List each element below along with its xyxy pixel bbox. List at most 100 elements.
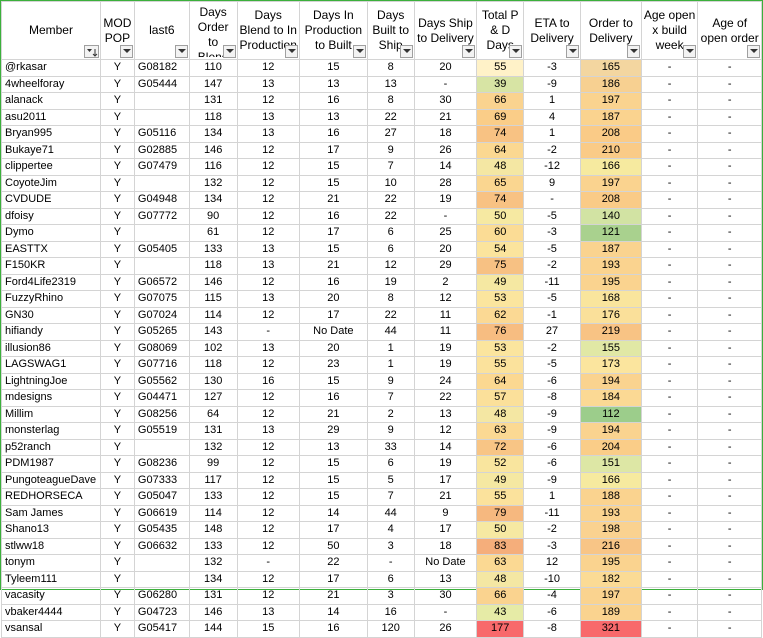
table-cell[interactable]: hifiandy — [1, 323, 101, 341]
table-cell[interactable]: 19 — [413, 356, 478, 374]
table-cell[interactable]: Y — [99, 75, 135, 93]
table-cell[interactable]: Y — [99, 257, 135, 275]
table-cell[interactable]: - — [697, 92, 762, 110]
table-cell[interactable]: 12 — [236, 273, 300, 291]
table-cell[interactable]: G05519 — [133, 422, 190, 440]
table-cell[interactable]: 13 — [236, 257, 300, 275]
table-cell[interactable]: G05405 — [133, 240, 190, 258]
table-cell[interactable]: - — [640, 207, 699, 225]
table-cell[interactable]: G08236 — [133, 455, 190, 473]
table-cell[interactable]: vsansal — [1, 620, 101, 638]
table-cell[interactable]: - — [640, 389, 699, 407]
table-cell[interactable]: -9 — [523, 471, 581, 489]
table-cell[interactable]: - — [697, 339, 762, 357]
table-cell[interactable]: 21 — [298, 257, 368, 275]
table-cell[interactable]: 21 — [298, 405, 368, 423]
table-cell[interactable]: - — [697, 471, 762, 489]
table-cell[interactable]: 176 — [579, 306, 642, 324]
table-cell[interactable]: 99 — [188, 455, 238, 473]
table-cell[interactable]: 50 — [476, 207, 525, 225]
table-cell[interactable]: 52 — [476, 455, 525, 473]
table-cell[interactable]: 165 — [579, 59, 642, 77]
table-cell[interactable]: - — [697, 240, 762, 258]
table-cell[interactable]: clippertee — [1, 158, 101, 176]
table-cell[interactable]: -2 — [523, 141, 581, 159]
table-cell[interactable] — [133, 174, 190, 192]
column-header-4[interactable]: Days Order to Blend — [188, 1, 238, 60]
table-cell[interactable]: G07024 — [133, 306, 190, 324]
table-cell[interactable]: 146 — [188, 141, 238, 159]
table-cell[interactable]: - — [640, 141, 699, 159]
table-cell[interactable]: 74 — [476, 125, 525, 143]
table-cell[interactable]: 17 — [413, 471, 478, 489]
table-cell[interactable]: PDM1987 — [1, 455, 101, 473]
table-cell[interactable]: - — [640, 290, 699, 308]
table-cell[interactable]: 8 — [366, 290, 415, 308]
table-cell[interactable]: 26 — [413, 620, 478, 638]
table-cell[interactable]: 168 — [579, 290, 642, 308]
table-cell[interactable] — [133, 257, 190, 275]
table-cell[interactable]: 114 — [188, 306, 238, 324]
table-cell[interactable]: 208 — [579, 191, 642, 209]
table-cell[interactable]: 173 — [579, 356, 642, 374]
table-cell[interactable]: Y — [99, 620, 135, 638]
table-cell[interactable]: 132 — [188, 554, 238, 572]
table-cell[interactable]: 134 — [188, 570, 238, 588]
table-cell[interactable]: - — [236, 554, 300, 572]
table-cell[interactable]: 187 — [579, 240, 642, 258]
table-cell[interactable]: -2 — [523, 521, 581, 539]
table-cell[interactable]: 110 — [188, 59, 238, 77]
table-cell[interactable]: - — [640, 620, 699, 638]
table-cell[interactable]: Y — [99, 471, 135, 489]
table-cell[interactable]: 21 — [413, 108, 478, 126]
table-cell[interactable]: -5 — [523, 240, 581, 258]
table-cell[interactable]: 44 — [366, 504, 415, 522]
table-cell[interactable]: -3 — [523, 224, 581, 242]
table-cell[interactable]: - — [640, 504, 699, 522]
table-cell[interactable]: 66 — [476, 92, 525, 110]
table-cell[interactable]: - — [697, 504, 762, 522]
table-cell[interactable]: 90 — [188, 207, 238, 225]
table-cell[interactable]: G08069 — [133, 339, 190, 357]
table-cell[interactable]: Bryan995 — [1, 125, 101, 143]
table-cell[interactable]: G05116 — [133, 125, 190, 143]
table-cell[interactable] — [133, 92, 190, 110]
table-cell[interactable]: 321 — [579, 620, 642, 638]
table-cell[interactable]: Sam James — [1, 504, 101, 522]
table-cell[interactable]: - — [640, 570, 699, 588]
table-cell[interactable]: 83 — [476, 537, 525, 555]
table-cell[interactable]: - — [640, 257, 699, 275]
table-cell[interactable]: 15 — [298, 488, 368, 506]
table-cell[interactable]: Y — [99, 356, 135, 374]
table-cell[interactable]: 184 — [579, 389, 642, 407]
table-cell[interactable]: Y — [99, 339, 135, 357]
table-cell[interactable]: G07772 — [133, 207, 190, 225]
table-cell[interactable]: 14 — [413, 438, 478, 456]
table-cell[interactable]: 3 — [366, 537, 415, 555]
table-cell[interactable]: 9 — [366, 422, 415, 440]
table-cell[interactable]: 19 — [413, 455, 478, 473]
column-header-9[interactable]: Total P & D Days — [476, 1, 525, 60]
table-cell[interactable]: -9 — [523, 405, 581, 423]
table-cell[interactable]: 29 — [413, 257, 478, 275]
table-cell[interactable]: -2 — [523, 339, 581, 357]
table-cell[interactable]: -6 — [523, 455, 581, 473]
filter-dropdown-icon[interactable] — [462, 45, 476, 58]
table-cell[interactable]: - — [697, 108, 762, 126]
table-cell[interactable]: 208 — [579, 125, 642, 143]
table-cell[interactable]: 48 — [476, 158, 525, 176]
table-cell[interactable]: 186 — [579, 75, 642, 93]
table-cell[interactable]: - — [413, 75, 478, 93]
column-header-5[interactable]: Days Blend to In Production — [236, 1, 300, 60]
table-cell[interactable]: 193 — [579, 504, 642, 522]
filter-dropdown-icon[interactable] — [222, 45, 236, 58]
table-cell[interactable]: Y — [99, 521, 135, 539]
table-cell[interactable]: 127 — [188, 389, 238, 407]
table-cell[interactable]: 12 — [236, 207, 300, 225]
column-header-7[interactable]: Days Built to Ship — [366, 1, 415, 60]
table-cell[interactable]: - — [697, 224, 762, 242]
table-cell[interactable]: - — [697, 356, 762, 374]
table-cell[interactable]: -8 — [523, 389, 581, 407]
table-cell[interactable]: - — [640, 471, 699, 489]
table-cell[interactable]: - — [640, 339, 699, 357]
